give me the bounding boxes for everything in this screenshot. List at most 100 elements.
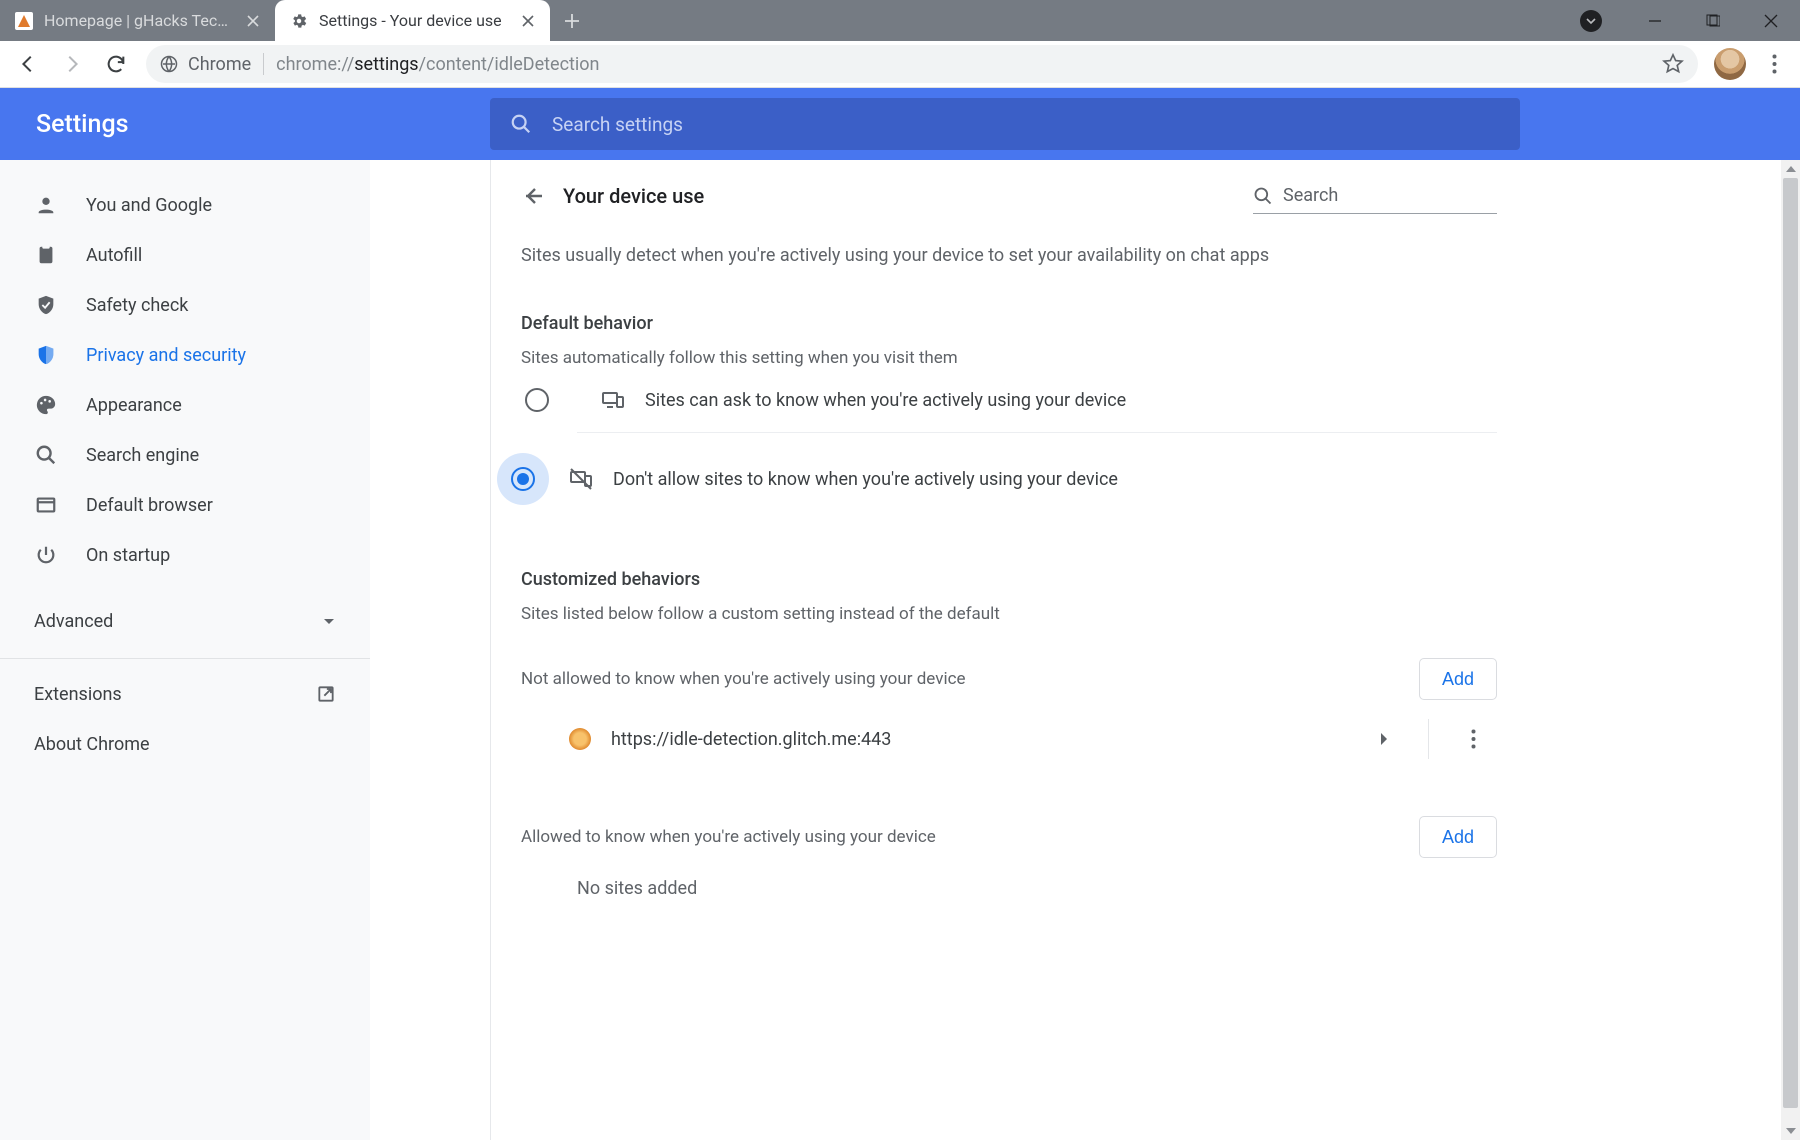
- address-bar: Chrome chrome://settings/content/idleDet…: [0, 41, 1800, 88]
- sidebar-advanced[interactable]: Advanced: [0, 596, 370, 646]
- minimize-button[interactable]: [1626, 0, 1684, 41]
- sidebar-label: About Chrome: [34, 734, 150, 755]
- back-arrow-icon[interactable]: [521, 184, 545, 208]
- sidebar-extensions[interactable]: Extensions: [0, 669, 370, 719]
- clipboard-icon: [34, 243, 58, 267]
- search-placeholder: Search settings: [552, 113, 683, 136]
- devices-icon: [601, 388, 625, 412]
- add-allow-button[interactable]: Add: [1419, 816, 1497, 858]
- sidebar-item-search-engine[interactable]: Search engine: [0, 430, 370, 480]
- scroll-down-icon[interactable]: [1781, 1122, 1800, 1140]
- row-separator: [1428, 719, 1429, 759]
- favicon-ghacks: [14, 11, 34, 31]
- power-icon: [34, 543, 58, 567]
- sidebar-separator: [0, 658, 370, 659]
- omnibox[interactable]: Chrome chrome://settings/content/idleDet…: [146, 45, 1698, 83]
- close-icon[interactable]: [520, 13, 536, 29]
- settings-brand: Settings: [0, 110, 490, 139]
- scroll-up-icon[interactable]: [1781, 160, 1800, 178]
- forward-button[interactable]: [52, 44, 92, 84]
- chevron-down-icon: [322, 614, 336, 628]
- sidebar-item-autofill[interactable]: Autofill: [0, 230, 370, 280]
- new-tab-button[interactable]: [554, 3, 590, 39]
- sidebar-label: Safety check: [86, 295, 188, 316]
- section-default-behavior-title: Default behavior: [521, 313, 1497, 334]
- panel-description: Sites usually detect when you're activel…: [521, 242, 1497, 269]
- person-icon: [34, 193, 58, 217]
- sidebar-item-default-browser[interactable]: Default browser: [0, 480, 370, 530]
- back-button[interactable]: [8, 44, 48, 84]
- panel-search[interactable]: Search: [1253, 178, 1497, 214]
- settings-header: Settings Search settings: [0, 88, 1800, 160]
- search-icon: [34, 443, 58, 467]
- site-url: https://idle-detection.glitch.me:443: [611, 729, 1340, 750]
- tab-title: Homepage | gHacks Technology: [44, 11, 235, 30]
- secure-label: Chrome: [188, 54, 251, 75]
- chevron-right-icon[interactable]: [1360, 715, 1408, 763]
- section-default-behavior-subtitle: Sites automatically follow this setting …: [521, 348, 1497, 368]
- open-external-icon: [316, 684, 336, 704]
- allow-empty-text: No sites added: [521, 878, 1497, 899]
- sidebar-label: Autofill: [86, 245, 142, 266]
- settings-search[interactable]: Search settings: [490, 98, 1520, 150]
- profile-avatar[interactable]: [1714, 48, 1746, 80]
- tab-ghacks[interactable]: Homepage | gHacks Technology: [0, 0, 275, 41]
- maximize-button[interactable]: [1684, 0, 1742, 41]
- chrome-menu-button[interactable]: [1756, 44, 1792, 84]
- sidebar-item-you-and-google[interactable]: You and Google: [0, 180, 370, 230]
- section-custom-title: Customized behaviors: [521, 569, 1497, 590]
- page-title: Your device use: [563, 184, 1235, 208]
- section-custom-subtitle: Sites listed below follow a custom setti…: [521, 604, 1497, 624]
- sidebar-item-safety-check[interactable]: Safety check: [0, 280, 370, 330]
- window-controls: [1580, 0, 1800, 41]
- radio-icon: [525, 388, 549, 412]
- sidebar-item-on-startup[interactable]: On startup: [0, 530, 370, 580]
- radio-selected-halo: [497, 453, 549, 505]
- window-titlebar: Homepage | gHacks Technology Settings - …: [0, 0, 1800, 41]
- block-list-head: Not allowed to know when you're actively…: [521, 658, 1497, 700]
- settings-app: Settings Search settings You and Google …: [0, 88, 1800, 1140]
- more-actions-button[interactable]: [1449, 715, 1497, 763]
- radio-dont-allow[interactable]: Don't allow sites to know when you're ac…: [511, 433, 1497, 525]
- shield-icon: [34, 343, 58, 367]
- panel-search-label: Search: [1283, 185, 1338, 206]
- close-icon[interactable]: [245, 13, 261, 29]
- allow-heading: Allowed to know when you're actively usi…: [521, 827, 936, 847]
- search-icon: [510, 113, 532, 135]
- sidebar-label: Default browser: [86, 495, 213, 516]
- sidebar-label: On startup: [86, 545, 170, 566]
- site-info-button[interactable]: Chrome: [160, 54, 251, 75]
- extension-indicator-icon[interactable]: [1580, 10, 1602, 32]
- sidebar-label: Privacy and security: [86, 345, 246, 366]
- omnibox-divider: [263, 53, 264, 75]
- search-icon: [1253, 186, 1273, 206]
- settings-sidebar: You and Google Autofill Safety check Pri…: [0, 160, 370, 1140]
- shield-check-icon: [34, 293, 58, 317]
- devices-off-icon: [569, 467, 593, 491]
- gear-icon: [289, 11, 309, 31]
- right-gutter: [1520, 160, 1800, 1140]
- site-row[interactable]: https://idle-detection.glitch.me:443: [521, 710, 1497, 768]
- bookmark-star-icon[interactable]: [1662, 53, 1684, 75]
- radio-label: Sites can ask to know when you're active…: [645, 390, 1126, 411]
- sidebar-item-privacy-security[interactable]: Privacy and security: [0, 330, 370, 380]
- tab-title: Settings - Your device use: [319, 11, 510, 30]
- radio-label: Don't allow sites to know when you're ac…: [613, 469, 1118, 490]
- sidebar-label: You and Google: [86, 195, 212, 216]
- close-window-button[interactable]: [1742, 0, 1800, 41]
- tab-settings[interactable]: Settings - Your device use: [275, 0, 550, 41]
- site-favicon: [569, 728, 591, 750]
- sidebar-about-chrome[interactable]: About Chrome: [0, 719, 370, 769]
- url-text: chrome://settings/content/idleDetection: [276, 54, 1650, 75]
- radio-allow-ask[interactable]: Sites can ask to know when you're active…: [525, 368, 1497, 432]
- palette-icon: [34, 393, 58, 417]
- sidebar-label: Search engine: [86, 445, 199, 466]
- allow-list-head: Allowed to know when you're actively usi…: [521, 816, 1497, 858]
- sidebar-item-appearance[interactable]: Appearance: [0, 380, 370, 430]
- scrollbar[interactable]: [1781, 160, 1800, 1140]
- reload-button[interactable]: [96, 44, 136, 84]
- add-block-button[interactable]: Add: [1419, 658, 1497, 700]
- settings-panel: Your device use Search Sites usually det…: [490, 160, 1528, 1140]
- sidebar-label: Advanced: [34, 611, 113, 632]
- scroll-thumb[interactable]: [1783, 178, 1798, 1108]
